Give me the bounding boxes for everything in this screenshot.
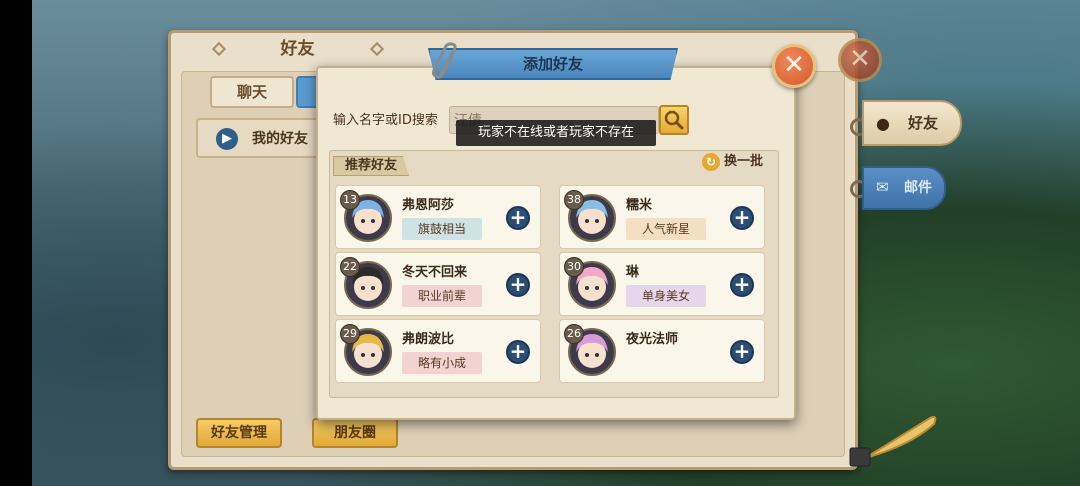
add-friend-button[interactable]: + [730,340,754,364]
add-friend-button[interactable]: + [506,206,530,230]
player-tag: 人气新星 [626,218,706,240]
my-friends-group[interactable]: ▶ 我的好友 [196,118,324,158]
add-friend-button[interactable]: + [730,273,754,297]
player-name: 冬天不回来 [402,265,468,280]
friends-panel-title: 好友 [280,39,315,59]
friend-card: 22 冬天不回来 职业前辈 + [335,252,541,316]
paperclip-icon [431,42,457,79]
refresh-icon: ↻ [702,152,720,171]
friend-card: 26 夜光法师 + [559,319,765,383]
friend-manage-button[interactable]: 好友管理 [196,418,282,448]
player-tag: 略有小成 [402,352,482,374]
player-tag: 单身美女 [626,285,706,307]
side-tab-mail-label: 邮件 [904,180,932,196]
player-tag: 旗鼓相当 [402,218,482,240]
search-label: 输入名字或ID搜索 [333,113,438,128]
player-name: 弗朗波比 [402,332,455,347]
player-name: 夜光法师 [626,332,679,347]
add-friend-button[interactable]: + [730,206,754,230]
player-tag: 职业前辈 [402,285,482,307]
level-badge: 26 [564,324,584,344]
level-badge: 29 [340,324,360,344]
mail-icon: ✉ [876,178,889,196]
friend-card: 38 糯米 人气新星 + [559,185,765,249]
dialog-close-button[interactable]: ✕ [772,44,816,88]
moments-button[interactable]: 朋友圈 [312,418,398,448]
user-icon: ● [876,114,890,133]
side-tab-friends[interactable]: ● 好友 [862,100,962,146]
refresh-button[interactable]: ↻ 换一批 [702,150,774,174]
friends-panel-close-button[interactable]: ✕ [838,38,882,82]
add-friend-button[interactable]: + [506,273,530,297]
level-badge: 13 [340,190,360,210]
player-name: 弗恩阿莎 [402,198,455,213]
quill-pen-icon [849,415,937,467]
add-friend-button[interactable]: + [506,340,530,364]
friend-card: 30 琳 单身美女 + [559,252,765,316]
my-friends-label: 我的好友 [252,131,308,147]
recommended-title: 推荐好友 [333,156,409,176]
friend-card: 13 弗恩阿莎 旗鼓相当 + [335,185,541,249]
player-name: 糯米 [626,198,653,213]
chevron-right-icon: ▶ [216,128,238,150]
add-friend-title: 添加好友 [428,48,678,80]
search-icon [664,110,684,130]
friend-card: 29 弗朗波比 略有小成 + [335,319,541,383]
level-badge: 30 [564,257,584,277]
toast-message: 玩家不在线或者玩家不存在 [456,120,656,146]
side-tab-mail[interactable]: ✉ 邮件 [862,166,946,210]
side-tab-friends-label: 好友 [908,114,939,132]
player-name: 琳 [626,265,640,280]
letterbox [0,0,32,486]
search-button[interactable] [659,105,689,135]
tab-chat[interactable]: 聊天 [210,76,294,108]
level-badge: 22 [340,257,360,277]
level-badge: 38 [564,190,584,210]
refresh-label: 换一批 [724,154,764,169]
